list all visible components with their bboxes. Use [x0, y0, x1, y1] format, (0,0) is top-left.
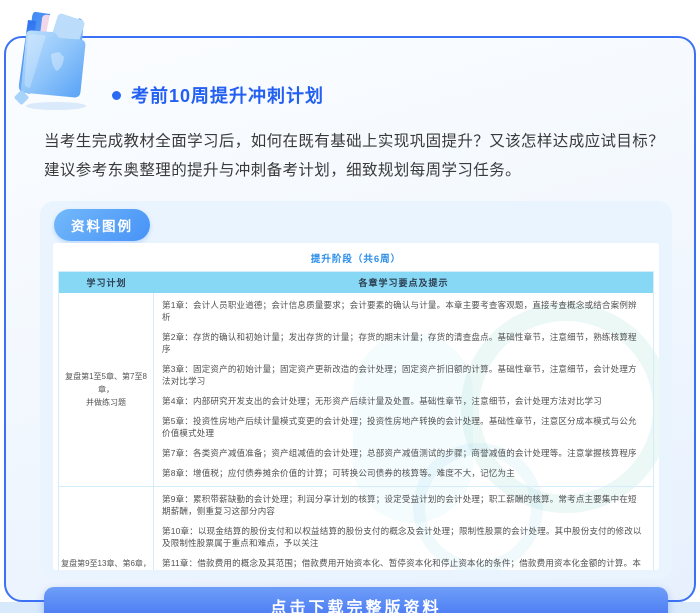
tips-cell: 第1章：会计人员职业道德；会计信息质量要求；会计要素的确认与计量。本章主要考查客…: [154, 293, 653, 486]
intro-paragraph: 当考生完成教材全面学习后，如何在既有基础上实现巩固提升？又该怎样达成应试目标？建…: [44, 128, 672, 185]
table-header-row: 学习计划 各章学习要点及提示: [59, 272, 653, 293]
example-badge: 资料图例: [54, 209, 150, 241]
plan-table-container: 提升阶段（共6周） 学习计划 各章学习要点及提示 复盘第1至5章、第7至8章， …: [53, 243, 659, 570]
chapter-tip: 第1章：会计人员职业道德；会计信息质量要求；会计要素的确认与计量。本章主要考查客…: [162, 299, 645, 323]
bullet-icon: [112, 91, 121, 100]
chapter-tip: 第8章：增值税；应付债券摊余价值的计算；可转换公司债券的核算等。难度不大，记忆为…: [162, 467, 645, 479]
column-header-plan: 学习计划: [59, 272, 154, 293]
download-button[interactable]: 点击下载完整版资料: [44, 587, 668, 613]
chapter-tip: 第2章：存货的确认和初始计量；发出存货的计量；存货的期末计量；存货的清查盘点。基…: [162, 331, 645, 355]
tips-cell: 第9章：累积带薪缺勤的会计处理；利润分享计划的核算；设定受益计划的会计处理；职工…: [154, 487, 653, 570]
plan-cell: 复盘第9至13章、第6章， 并做练习题: [59, 487, 154, 570]
chapter-tip: 第11章：借款费用的概念及其范围；借款费用开始资本化、暂停资本化和停止资本化的条…: [162, 557, 645, 570]
table-row: 复盘第1至5章、第7至8章， 并做练习题 第1章：会计人员职业道德；会计信息质量…: [59, 293, 653, 487]
table-caption: 提升阶段（共6周）: [53, 251, 659, 265]
example-panel: 资料图例 提升阶段（共6周） 学习计划 各章学习要点及提示 复盘第1至5章、第7…: [40, 201, 672, 579]
section-header: 考前10周提升冲刺计划: [112, 82, 324, 108]
chapter-tip: 第10章：以现金结算的股份支付和以权益结算的股份支付的概念及会计处理；限制性股票…: [162, 525, 645, 549]
plan-table: 学习计划 各章学习要点及提示 复盘第1至5章、第7至8章， 并做练习题 第1章：…: [58, 271, 654, 570]
main-card: 考前10周提升冲刺计划 当考生完成教材全面学习后，如何在既有基础上实现巩固提升？…: [4, 36, 696, 602]
chapter-tip: 第7章：各类资产减值准备；资产组减值的会计处理；总部资产减值测试的步骤；商誉减值…: [162, 447, 645, 459]
folder-icon: [6, 0, 110, 112]
chapter-tip: 第4章：内部研究开发支出的会计处理；无形资产后续计量及处置。基础性章节，注意细节…: [162, 395, 645, 407]
chapter-tip: 第9章：累积带薪缺勤的会计处理；利润分享计划的核算；设定受益计划的会计处理；职工…: [162, 493, 645, 517]
column-header-tips: 各章学习要点及提示: [154, 272, 653, 293]
page: 考前10周提升冲刺计划 当考生完成教材全面学习后，如何在既有基础上实现巩固提升？…: [0, 0, 700, 613]
page-title: 考前10周提升冲刺计划: [131, 82, 324, 108]
plan-cell: 复盘第1至5章、第7至8章， 并做练习题: [59, 293, 154, 486]
chapter-tip: 第3章：固定资产的初始计量；固定资产更新改造的会计处理；固定资产折旧额的计算。基…: [162, 363, 645, 387]
table-row: 复盘第9至13章、第6章， 并做练习题 第9章：累积带薪缺勤的会计处理；利润分享…: [59, 487, 653, 570]
chapter-tip: 第5章：投资性房地产后续计量模式变更的会计处理；投资性房地产转换的会计处理。基础…: [162, 415, 645, 439]
